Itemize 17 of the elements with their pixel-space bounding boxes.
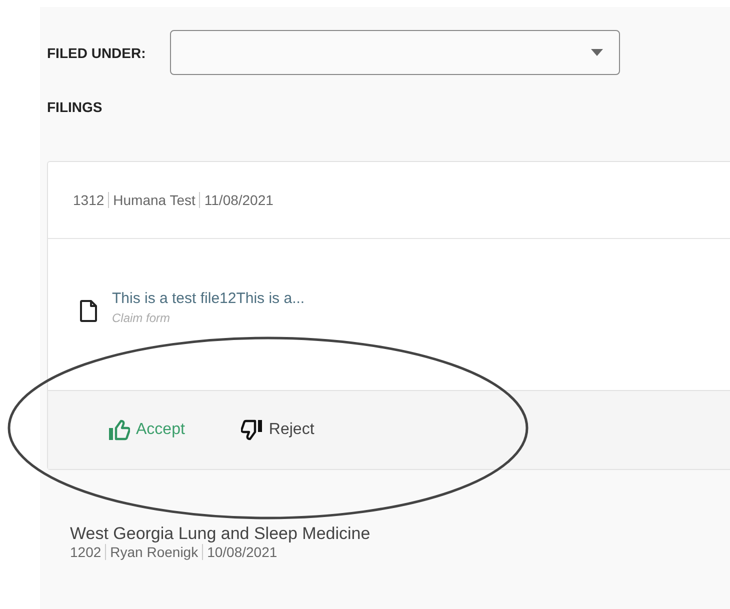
filed-under-label: FILED UNDER: <box>47 44 146 60</box>
filed-under-dropdown[interactable] <box>170 30 620 75</box>
thumbs-up-icon <box>108 419 130 441</box>
meta-text: 11/08/2021 <box>199 192 274 208</box>
filings-heading: FILINGS <box>47 99 104 115</box>
meta-text: 1202 <box>70 544 102 560</box>
thumbs-down-icon <box>240 419 263 441</box>
document-link[interactable]: This is a test file12This is a... <box>112 290 305 307</box>
document-icon <box>80 300 98 322</box>
meta-text: Humana Test <box>108 192 196 208</box>
meta-text: Ryan Roenigk <box>105 544 198 560</box>
reject-button[interactable]: Reject <box>240 419 314 441</box>
caret-icon <box>590 49 603 56</box>
filing-title[interactable]: West Georgia Lung and Sleep Medicine <box>70 524 730 544</box>
document-type: Claim form <box>112 311 172 325</box>
meta-text: 1312 <box>73 192 104 208</box>
meta-text: 10/08/2021 <box>202 544 278 560</box>
